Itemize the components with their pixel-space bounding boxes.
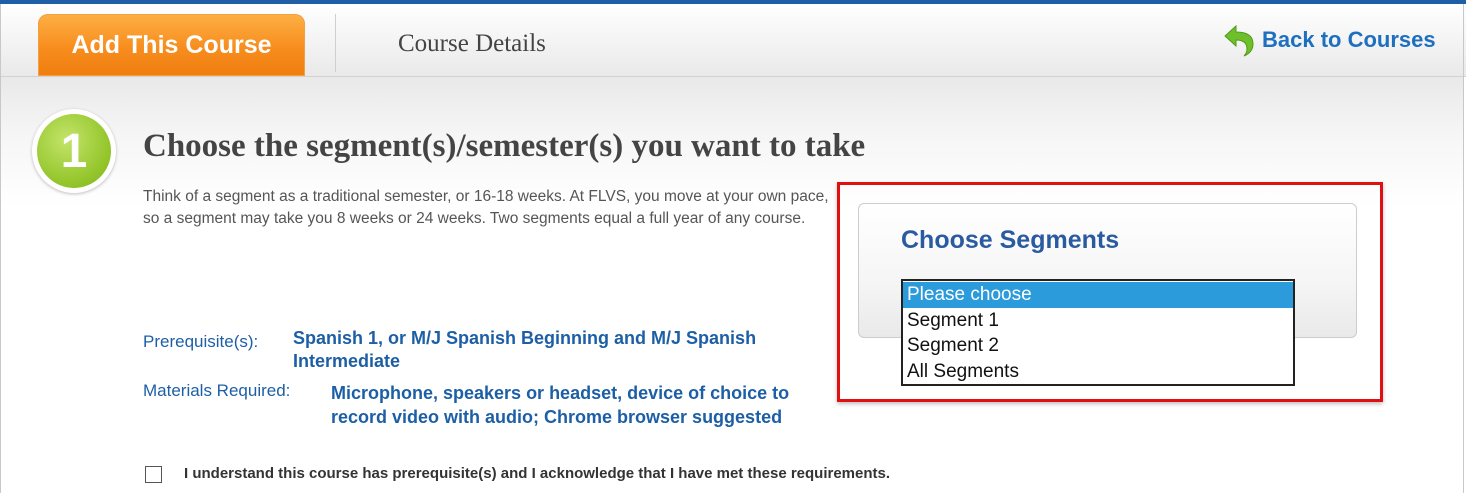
materials-value: Microphone, speakers or headset, device … xyxy=(331,383,790,427)
tab-course-details[interactable]: Course Details xyxy=(398,30,546,58)
step-description: Think of a segment as a traditional seme… xyxy=(143,188,829,227)
step-number-badge: 1 xyxy=(32,109,116,193)
acknowledge-label: I understand this course has prerequisit… xyxy=(184,465,891,482)
page-border-right xyxy=(1463,4,1464,493)
segment-highlight-box xyxy=(837,182,1383,402)
step-title: Choose the segment(s)/semester(s) you wa… xyxy=(143,128,866,164)
tab-add-this-course[interactable]: Add This Course xyxy=(38,14,305,76)
step-number: 1 xyxy=(37,114,111,188)
acknowledge-checkbox[interactable] xyxy=(145,466,162,483)
page-border-left xyxy=(0,4,1,493)
tab-divider xyxy=(335,14,336,72)
back-to-courses-label: Back to Courses xyxy=(1262,27,1436,52)
prerequisites-label: Prerequisite(s): xyxy=(143,332,259,351)
materials-label: Materials Required: xyxy=(143,381,291,400)
back-to-courses-link[interactable]: Back to Courses xyxy=(1222,22,1436,58)
back-arrow-icon xyxy=(1224,24,1254,57)
prerequisites-value: Spanish 1, or M/J Spanish Beginning and … xyxy=(293,328,757,371)
